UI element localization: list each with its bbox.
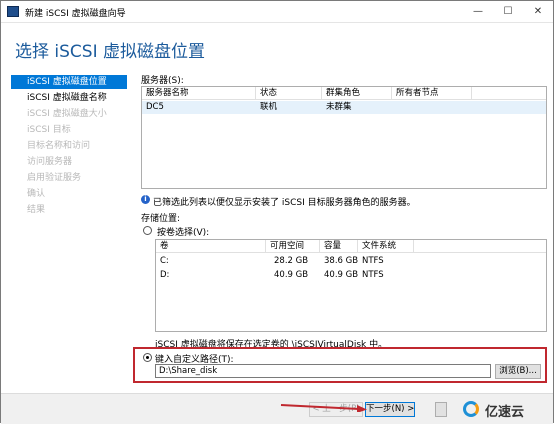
cell-cluster-role: 未群集 [326,102,352,112]
column-volume[interactable]: 卷 [156,240,266,253]
cell-file-system: NTFS [362,256,384,266]
cell-capacity: 40.9 GB [324,270,359,280]
wizard-window: 新建 iSCSI 虚拟磁盘向导 — ☐ ✕ 选择 iSCSI 虚拟磁盘位置 iS… [0,0,554,424]
step-virtual-disk-size: iSCSI 虚拟磁盘大小 [27,109,107,119]
step-access-servers: 访问服务器 [27,157,73,167]
table-row[interactable]: C: 28.2 GB 38.6 GB NTFS [156,255,546,268]
title-bar: 新建 iSCSI 虚拟磁盘向导 — ☐ ✕ [1,1,553,23]
step-virtual-disk-name[interactable]: iSCSI 虚拟磁盘名称 [11,91,127,105]
cell-server-name: DC5 [146,102,164,112]
cell-volume: D: [160,270,170,280]
servers-table-header: 服务器名称 状态 群集角色 所有者节点 [142,87,546,100]
cell-free-space: 40.9 GB [274,270,309,280]
filter-info-text: 已筛选此列表以便仅显示安装了 iSCSI 目标服务器角色的服务器。 [153,198,416,208]
wizard-content: 服务器(S): 服务器名称 状态 群集角色 所有者节点 DC5 联机 未群集 i… [133,71,549,391]
column-capacity[interactable]: 容量 [320,240,358,253]
page-title: 选择 iSCSI 虚拟磁盘位置 [15,42,205,62]
column-free-space[interactable]: 可用空间 [266,240,320,253]
step-iscsi-target: iSCSI 目标 [27,125,71,135]
by-volume-label[interactable]: 按卷选择(V): [157,225,209,238]
cell-status: 联机 [260,102,278,112]
volumes-table-header: 卷 可用空间 容量 文件系统 [156,240,546,253]
table-row[interactable]: D: 40.9 GB 40.9 GB NTFS [156,269,546,282]
servers-table[interactable]: 服务器名称 状态 群集角色 所有者节点 DC5 联机 未群集 [141,86,547,189]
maximize-button[interactable]: ☐ [493,1,523,23]
cell-owner-node [392,101,396,114]
step-authentication: 启用验证服务 [27,173,82,183]
column-server-name[interactable]: 服务器名称 [142,87,256,100]
wizard-steps: iSCSI 虚拟磁盘位置 iSCSI 虚拟磁盘名称 iSCSI 虚拟磁盘大小 i… [1,71,131,401]
servers-label: 服务器(S): [141,76,184,86]
wizard-header: 选择 iSCSI 虚拟磁盘位置 [1,23,553,71]
table-row[interactable]: DC5 联机 未群集 [142,101,546,114]
close-button[interactable]: ✕ [523,1,553,23]
cell-free-space: 28.2 GB [274,256,309,266]
step-confirmation: 确认 [27,189,46,199]
column-owner-node[interactable]: 所有者节点 [392,87,472,100]
volumes-table[interactable]: 卷 可用空间 容量 文件系统 C: 28.2 GB 38.6 GB NTFS D… [155,239,547,332]
next-button[interactable]: 下一步(N) > [365,402,415,417]
window-title: 新建 iSCSI 虚拟磁盘向导 [25,9,126,19]
minimize-button[interactable]: — [463,1,493,23]
cell-volume: C: [160,256,169,266]
step-target-name-access: 目标名称和访问 [27,141,91,151]
cell-file-system: NTFS [362,270,384,280]
red-arrow-icon [280,404,367,412]
watermark-logo: 亿速云 [463,399,551,420]
step-results: 结果 [27,205,46,215]
column-status[interactable]: 状态 [256,87,322,100]
column-cluster-role[interactable]: 群集角色 [322,87,392,100]
highlight-box [133,347,547,383]
create-button-partial[interactable] [435,402,447,417]
by-volume-radio[interactable] [143,226,152,235]
storage-location-label: 存储位置: [141,214,181,224]
app-icon [7,6,19,17]
cell-capacity: 38.6 GB [324,256,359,266]
column-file-system[interactable]: 文件系统 [358,240,414,253]
step-virtual-disk-location[interactable]: iSCSI 虚拟磁盘位置 [11,75,127,89]
info-icon: i [141,195,150,204]
